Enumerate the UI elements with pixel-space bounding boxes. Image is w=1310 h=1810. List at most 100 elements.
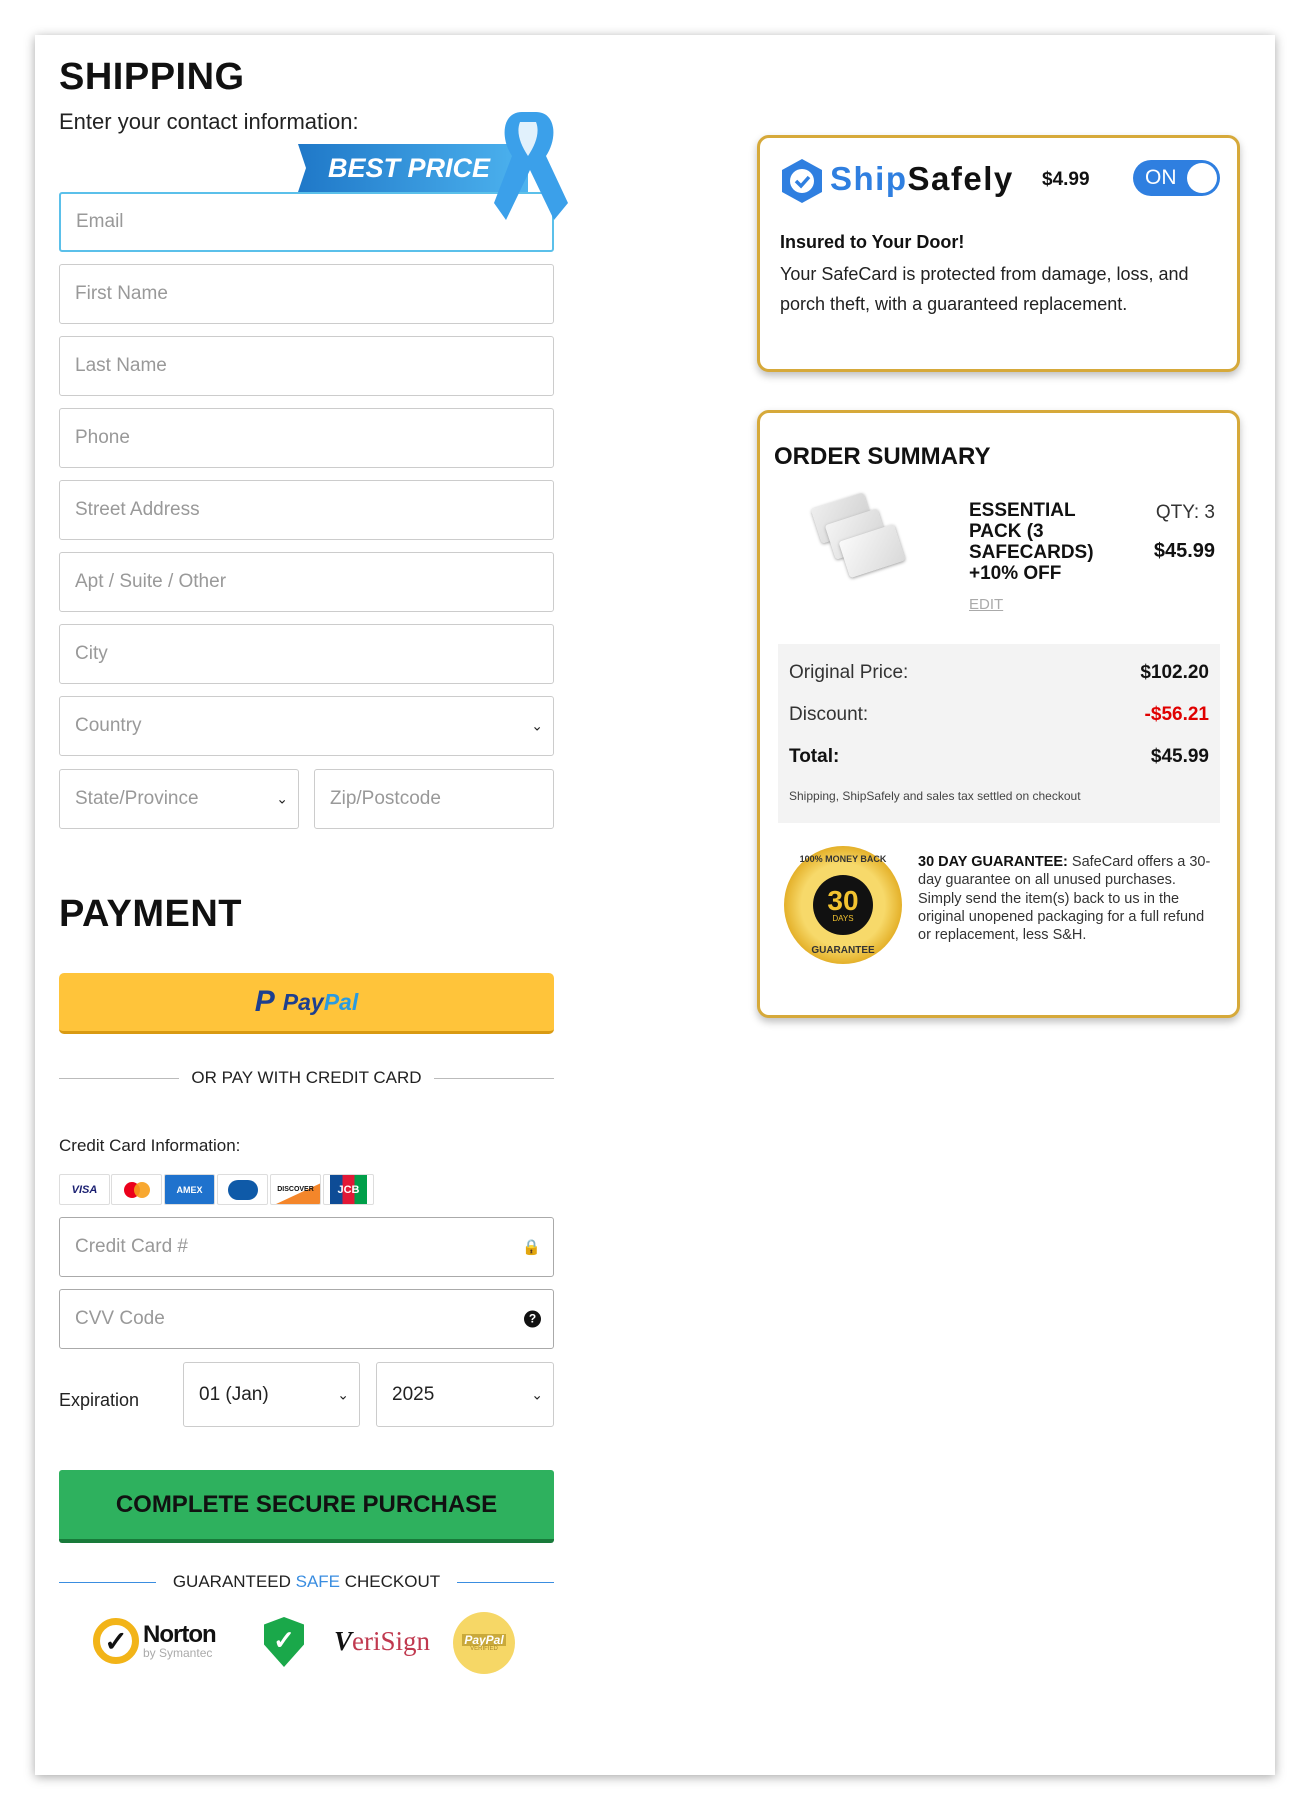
guarantee-text: 30 DAY GUARANTEE: SafeCard offers a 30-d… <box>918 853 1218 944</box>
shipsafely-logo: ShipSafely <box>830 160 1014 198</box>
shipping-subtitle: Enter your contact information: <box>59 109 359 134</box>
shipping-title: SHIPPING <box>59 56 245 98</box>
city-placeholder: City <box>75 643 108 664</box>
best-price-text: BEST PRICE <box>328 152 491 183</box>
guaranteed-checkout-label: GUARANTEED SAFE CHECKOUT <box>156 1572 457 1592</box>
amex-icon: AMEX <box>164 1174 215 1205</box>
exp-month-select[interactable]: 01 (Jan) ⌄ <box>183 1362 360 1427</box>
norton-check-icon: ✓ <box>93 1618 139 1664</box>
toggle-knob <box>1187 163 1217 193</box>
paypal-p-icon: P <box>254 985 275 1018</box>
original-price-label: Original Price: <box>789 662 909 683</box>
ribbon-icon <box>494 112 568 220</box>
country-select[interactable]: Country ⌄ <box>59 696 554 756</box>
seal-top-text: 100% MONEY BACK <box>799 854 887 864</box>
total-label: Total: <box>789 746 840 767</box>
visa-icon: VISA <box>59 1174 110 1205</box>
complete-purchase-button[interactable]: COMPLETE SECURE PURCHASE <box>59 1470 554 1543</box>
toggle-label: ON <box>1145 166 1177 189</box>
safe-text: SAFE <box>295 1572 341 1591</box>
chevron-down-icon: ⌄ <box>531 717 543 734</box>
zip-input[interactable]: Zip/Postcode <box>314 769 554 829</box>
first-name-input[interactable]: First Name <box>59 264 554 324</box>
checkout-note: Shipping, ShipSafely and sales tax settl… <box>789 789 1081 803</box>
money-back-seal: 30 DAYS 100% MONEY BACK GUARANTEE <box>784 846 902 964</box>
paypal-verified-text: PayPal <box>462 1633 506 1647</box>
exp-month-value: 01 (Jan) <box>199 1383 269 1405</box>
last-name-placeholder: Last Name <box>75 355 167 376</box>
street-address-input[interactable]: Street Address <box>59 480 554 540</box>
paypal-verified-sub: VERIFIED <box>470 1646 498 1652</box>
guaranteed-text: GUARANTEED <box>172 1572 296 1591</box>
discover-icon: DISCOVER <box>270 1174 321 1205</box>
seal-days: DAYS <box>832 914 854 923</box>
city-input[interactable]: City <box>59 624 554 684</box>
last-name-input[interactable]: Last Name <box>59 336 554 396</box>
apt-input[interactable]: Apt / Suite / Other <box>59 552 554 612</box>
apt-placeholder: Apt / Suite / Other <box>75 571 227 592</box>
shipsafely-toggle[interactable]: ON <box>1133 160 1220 196</box>
order-summary-title: ORDER SUMMARY <box>774 443 991 470</box>
street-placeholder: Street Address <box>75 499 200 520</box>
divider <box>434 1078 554 1079</box>
discount-label: Discount: <box>789 704 869 725</box>
email-placeholder: Email <box>76 211 124 232</box>
norton-badge: ✓ Norton by Symantec <box>93 1618 217 1664</box>
product-qty: QTY: 3 <box>1155 502 1215 523</box>
verisign-text: VeriSign <box>334 1626 431 1656</box>
state-select[interactable]: State/Province ⌄ <box>59 769 299 829</box>
divider <box>457 1582 554 1583</box>
help-icon[interactable]: ? <box>524 1310 541 1328</box>
diners-icon <box>217 1174 268 1205</box>
norton-sub: by Symantec <box>143 1646 213 1660</box>
discount-value: -$56.21 <box>1144 704 1209 725</box>
original-price-value: $102.20 <box>1140 662 1209 683</box>
ship-text: Ship <box>830 160 908 197</box>
shipsafely-price: $4.99 <box>1042 169 1090 190</box>
safely-text: Safely <box>907 160 1014 197</box>
phone-placeholder: Phone <box>75 427 130 448</box>
paypal-verified-badge: PayPal VERIFIED <box>453 1612 515 1674</box>
state-value: State/Province <box>75 788 199 809</box>
cvv-input[interactable]: CVV Code? <box>59 1289 554 1349</box>
or-pay-label: OR PAY WITH CREDIT CARD <box>191 1068 422 1087</box>
paypal-pay-text: Pay <box>282 988 324 1015</box>
exp-year-value: 2025 <box>392 1383 435 1405</box>
guarantee-heading: 30 DAY GUARANTEE: <box>918 854 1068 870</box>
divider <box>59 1582 156 1583</box>
payment-title: PAYMENT <box>59 893 242 935</box>
credit-card-input[interactable]: Credit Card # 🔒 <box>59 1217 554 1277</box>
cvv-placeholder: CVV Code <box>75 1308 165 1329</box>
shield-check-icon <box>782 159 822 203</box>
shipsafely-body: Your SafeCard is protected from damage, … <box>780 264 1189 314</box>
phone-input[interactable]: Phone <box>59 408 554 468</box>
divider <box>59 1078 179 1079</box>
zip-placeholder: Zip/Postcode <box>330 788 441 809</box>
jcb-icon: JCB <box>323 1174 374 1205</box>
paypal-pal-text: Pal <box>323 988 359 1015</box>
product-price: $45.99 <box>1153 540 1215 562</box>
expiration-label: Expiration <box>59 1390 140 1410</box>
product-name: ESSENTIAL PACK (3 SAFECARDS) +10% OFF <box>969 500 1094 584</box>
paypal-button[interactable]: P PayPal <box>59 973 554 1034</box>
seal-bottom-text: GUARANTEE <box>811 945 875 956</box>
lock-icon: 🔒 <box>522 1239 541 1256</box>
shipsafely-heading: Insured to Your Door! <box>780 232 965 252</box>
edit-link[interactable]: EDIT <box>969 596 1003 613</box>
first-name-placeholder: First Name <box>75 283 168 304</box>
exp-year-select[interactable]: 2025 ⌄ <box>376 1362 554 1427</box>
email-input[interactable]: Email <box>59 192 554 252</box>
norton-text: Norton <box>143 1621 217 1648</box>
cc-placeholder: Credit Card # <box>75 1236 188 1257</box>
country-value: Country <box>75 715 142 736</box>
chevron-down-icon: ⌄ <box>276 790 288 807</box>
cc-info-label: Credit Card Information: <box>59 1136 241 1155</box>
chevron-down-icon: ⌄ <box>531 1386 543 1402</box>
product-image <box>810 492 910 579</box>
total-value: $45.99 <box>1150 746 1209 767</box>
mastercard-icon <box>111 1174 162 1205</box>
checkout-text: CHECKOUT <box>340 1572 441 1591</box>
chevron-down-icon: ⌄ <box>337 1386 349 1402</box>
verisign-badge: VeriSign <box>334 1626 430 1657</box>
seal-number: 30 <box>827 885 859 916</box>
